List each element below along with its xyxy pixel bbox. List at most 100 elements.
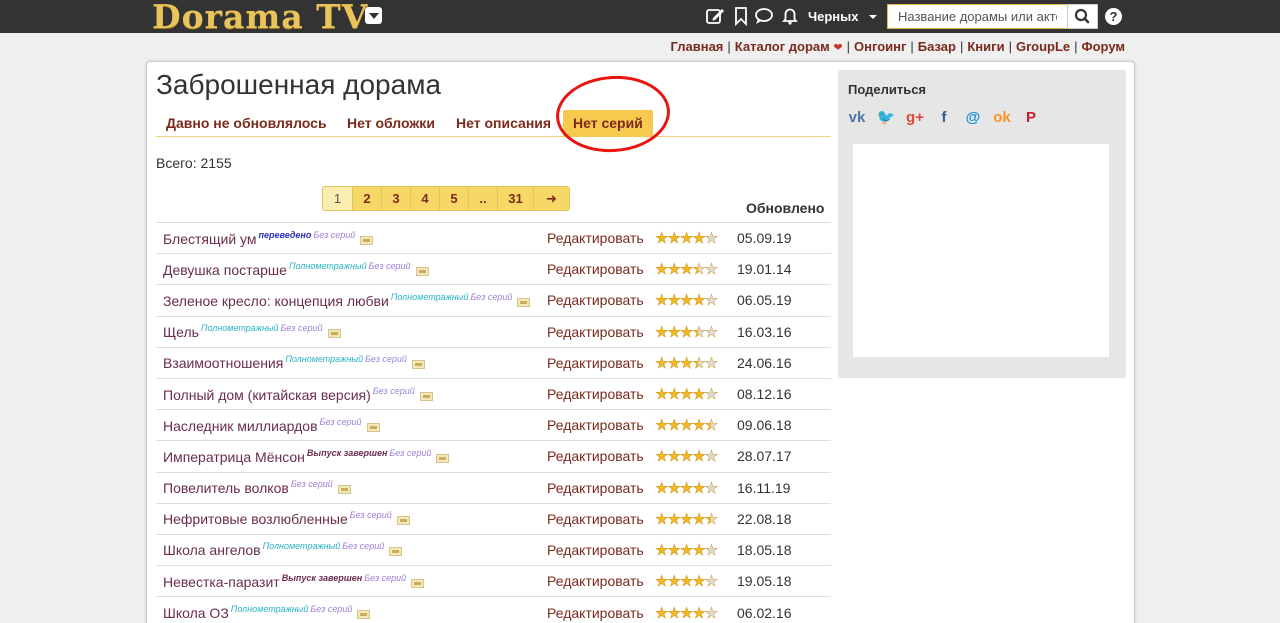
dorama-title-link[interactable]: Зеленое кресло: концепция любви (163, 293, 389, 309)
status-badge: Полнометражный (262, 541, 341, 552)
page-link[interactable]: 31 (497, 187, 533, 210)
status-badge: Без серий (290, 479, 333, 490)
flag-icon (517, 297, 531, 307)
edit-link[interactable]: Редактировать (547, 284, 655, 317)
rating-cell: ★★★★★ (655, 471, 737, 504)
status-badge: Без серий (342, 541, 385, 552)
user-menu[interactable]: Черных (808, 9, 859, 24)
rating-cell: ★★★★★ (655, 409, 737, 441)
chevron-down-icon[interactable] (365, 7, 382, 24)
rating-stars-icon: ★★★★★ (655, 230, 719, 248)
status-badge: Без серий (319, 416, 362, 427)
twitter-icon[interactable]: 🐦 (876, 108, 896, 128)
page-current[interactable]: 1 (323, 187, 352, 210)
dorama-title-link[interactable]: Взаимоотношения (163, 355, 283, 371)
pinterest-icon[interactable]: P (1021, 108, 1041, 128)
flag-icon (396, 516, 410, 526)
nav-link-groupe[interactable]: GroupLe (1016, 39, 1070, 54)
chat-icon[interactable] (754, 6, 774, 26)
table-row: Наследник миллиардов Без серий Редактирова… (156, 409, 831, 441)
odnoklassniki-icon[interactable]: ok (992, 108, 1012, 128)
dorama-title-link[interactable]: Щель (163, 324, 199, 340)
nav-link-catalog[interactable]: Каталог дорам ❤ (735, 39, 843, 54)
edit-link[interactable]: Редактировать (547, 253, 655, 285)
arrow-right-icon[interactable]: ➜ (533, 187, 569, 210)
edit-link[interactable]: Редактировать (547, 315, 655, 348)
bell-icon[interactable] (780, 6, 800, 26)
edit-link[interactable]: Редактировать (547, 377, 655, 410)
rating-stars-icon: ★★★★★ (655, 541, 719, 559)
title-cell: Наследник миллиардов Без серий (156, 409, 547, 441)
updated-date: 16.11.19 (737, 471, 831, 504)
mail-icon[interactable]: @ (963, 108, 983, 128)
column-header-updated: Обновлено (746, 200, 825, 216)
edit-link[interactable]: Редактировать (547, 502, 655, 535)
page-link[interactable]: 4 (410, 187, 439, 210)
edit-link[interactable]: Редактировать (547, 533, 655, 566)
nav-link-bazaar[interactable]: Базар (918, 39, 956, 54)
search-button[interactable] (1067, 4, 1098, 29)
dorama-title-link[interactable]: Нефритовые возлюбленные (163, 511, 348, 527)
edit-link[interactable]: Редактировать (547, 471, 655, 504)
edit-link[interactable]: Редактировать (547, 440, 655, 472)
flag-icon (419, 391, 433, 401)
share-icons: vk 🐦 g+ f @ ok P (847, 108, 1050, 128)
page-link[interactable]: 3 (381, 187, 410, 210)
title-cell: Императрица Мёнсон Выпуск завершен Без сер… (156, 440, 547, 472)
dorama-title-link[interactable]: Школа ангелов (163, 542, 261, 558)
dorama-title-link[interactable]: Императрица Мёнсон (163, 449, 305, 465)
dorama-title-link[interactable]: Блестящий ум (163, 231, 257, 247)
tab-no-cover[interactable]: Нет обложки (337, 110, 445, 137)
dorama-title-link[interactable]: Повелитель волков (163, 480, 289, 496)
nav-link-books[interactable]: Книги (967, 39, 1004, 54)
rating-stars-icon: ★★★★★ (655, 261, 719, 279)
updated-date: 18.05.18 (737, 533, 831, 566)
status-badge: Без серий (364, 572, 407, 583)
dorama-title-link[interactable]: Полный дом (китайская версия) (163, 387, 371, 403)
search-input[interactable] (887, 4, 1068, 29)
status-badge: Полнометражный (230, 604, 309, 615)
edit-link[interactable]: Редактировать (547, 221, 655, 254)
page-link[interactable]: 5 (439, 187, 468, 210)
nav-link-home[interactable]: Главная (671, 39, 724, 54)
nav-link-forum[interactable]: Форум (1082, 39, 1125, 54)
updated-date: 28.07.17 (737, 440, 831, 472)
top-bar: Dorama TV Черных ? (0, 0, 1280, 36)
edit-link[interactable]: Редактировать (547, 346, 655, 379)
site-logo[interactable]: Dorama TV (152, 0, 368, 36)
caret-down-icon[interactable] (869, 15, 877, 19)
status-badge: Без серий (349, 510, 392, 521)
title-cell: Блестящий ум переведено Без серий (156, 221, 547, 254)
rating-stars-icon: ★★★★★ (655, 479, 719, 497)
dorama-title-link[interactable]: Девушка постарше (163, 262, 287, 278)
facebook-icon[interactable]: f (934, 108, 954, 128)
dorama-title-link[interactable]: Школа ОЗ (163, 605, 229, 621)
bookmark-icon[interactable] (731, 6, 751, 26)
help-icon[interactable]: ? (1105, 8, 1122, 25)
flag-icon (415, 266, 429, 276)
rating-cell: ★★★★★ (655, 253, 737, 285)
rating-cell: ★★★★★ (655, 502, 737, 535)
updated-date: 19.05.18 (737, 565, 831, 597)
tab-not-updated[interactable]: Давно не обновлялось (156, 110, 337, 137)
page-link[interactable]: 2 (352, 187, 381, 210)
status-badge: Полнометражный (285, 354, 363, 365)
dorama-title-link[interactable]: Наследник миллиардов (163, 418, 318, 434)
flag-icon (411, 578, 425, 588)
table-row: Императрица Мёнсон Выпуск завершен Без сер… (156, 440, 831, 472)
status-badge: Выпуск завершен (281, 572, 363, 583)
edit-link[interactable]: Редактировать (547, 409, 655, 441)
table-row: Невестка-паразит Выпуск завершен Без серий… (156, 565, 831, 597)
edit-link[interactable]: Редактировать (547, 596, 655, 623)
table-row: Блестящий ум переведено Без серий Редактиро… (156, 221, 831, 254)
dorama-title-link[interactable]: Невестка-паразит (163, 574, 280, 590)
edit-link[interactable]: Редактировать (547, 565, 655, 597)
google-plus-icon[interactable]: g+ (905, 108, 925, 128)
status-badge: Без серий (364, 354, 407, 365)
vk-icon[interactable]: vk (847, 108, 867, 128)
tab-no-description[interactable]: Нет описания (446, 110, 561, 137)
title-cell: Полный дом (китайская версия) Без серий (156, 377, 547, 410)
edit-icon[interactable] (705, 6, 725, 26)
table-row: Школа ангелов Полнометражный Без серий Реда… (156, 533, 831, 566)
nav-link-ongoing[interactable]: Онгоинг (854, 39, 906, 54)
